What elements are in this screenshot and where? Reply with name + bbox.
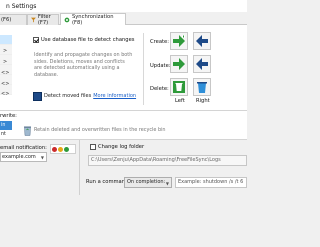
create-right-icon (196, 35, 208, 47)
window-title: n Settings (6, 3, 37, 10)
change-log-folder-label: Change log folder (98, 144, 145, 150)
deletion-description: Retain deleted and overwritten files in … (34, 127, 166, 133)
create-left-button[interactable] (170, 32, 188, 50)
panel-divider (143, 33, 144, 105)
detect-moved-files-label: Detect moved files (44, 93, 92, 99)
run-command-when-select[interactable]: On completion: ▼ (124, 177, 172, 188)
deletion-section: rwrite: in nt ng Retain deleted and over… (0, 111, 247, 146)
variant-glyph: > (3, 48, 8, 54)
variant-glyph: <> (1, 70, 10, 76)
recycle-bin-icon (24, 126, 31, 136)
update-right-icon (196, 58, 208, 70)
update-right-button[interactable] (193, 55, 211, 73)
moved-files-icon (33, 91, 42, 101)
error-icon (52, 146, 57, 152)
delete-label: Delete: (150, 86, 169, 92)
bottom-section: email notification: example.com ▼ Change… (0, 140, 247, 247)
notification-condition-selector[interactable] (50, 144, 76, 154)
update-left-icon (173, 58, 185, 70)
title-bar: n Settings (0, 0, 247, 12)
chevron-down-icon: ▼ (165, 181, 169, 186)
tab-comparison[interactable]: (F6) (0, 14, 27, 25)
tab-comparison-label: (F6) (1, 17, 12, 23)
section-divider (79, 140, 80, 195)
deletion-header: rwrite: (0, 113, 17, 119)
left-column-caption: Left (175, 98, 185, 104)
delete-left-button[interactable] (170, 78, 188, 96)
variant-row[interactable] (0, 35, 12, 45)
delete-right-button[interactable] (193, 78, 211, 96)
success-icon (64, 146, 69, 152)
change-log-folder-checkbox[interactable] (90, 144, 96, 150)
create-label: Create: (150, 39, 169, 45)
variant-glyph: <> (1, 91, 10, 97)
more-information-link[interactable]: More information (93, 93, 136, 99)
use-database-checkbox[interactable] (33, 37, 39, 43)
delete-left-icon (173, 81, 185, 93)
create-right-button[interactable] (193, 32, 211, 50)
run-command-input[interactable]: Example: shutdown /s /t 6 (175, 177, 247, 188)
variant-glyph: <> (1, 81, 10, 87)
detect-moved-files-row: Detect moved files More information (33, 91, 140, 101)
filter-icon (31, 17, 36, 23)
deletion-option[interactable]: nt (0, 130, 12, 139)
run-command-when-value: On completion: (127, 179, 166, 185)
sync-description: Identify and propagate changes on both s… (34, 52, 133, 78)
tab-filter[interactable]: Filter (F7) (27, 14, 59, 26)
email-value: example.com (2, 154, 36, 160)
use-database-label: Use database file to detect changes (41, 37, 135, 43)
log-folder-path[interactable]: C:\Users\Zenju\AppData\Roaming\FreeFileS… (88, 155, 247, 166)
variant-glyph: > (3, 59, 8, 65)
delete-right-icon (197, 82, 207, 93)
deletion-option[interactable]: in (0, 121, 12, 130)
create-left-icon (173, 35, 185, 47)
email-notification-label: email notification: (0, 145, 47, 151)
sync-panel: > > <> <> <> Use database file to detect… (0, 25, 247, 111)
update-left-button[interactable] (170, 55, 188, 73)
sync-gear-icon (64, 17, 70, 23)
update-label: Update: (150, 63, 171, 69)
warning-icon (58, 146, 63, 152)
tab-bar: (F6) Filter (F7) Synchronization (F8) (0, 12, 247, 26)
chevron-down-icon[interactable]: ▼ (41, 154, 44, 162)
right-column-caption: Right (196, 98, 210, 104)
sync-variant-list (0, 35, 12, 97)
email-field[interactable]: example.com ▼ (0, 152, 47, 162)
